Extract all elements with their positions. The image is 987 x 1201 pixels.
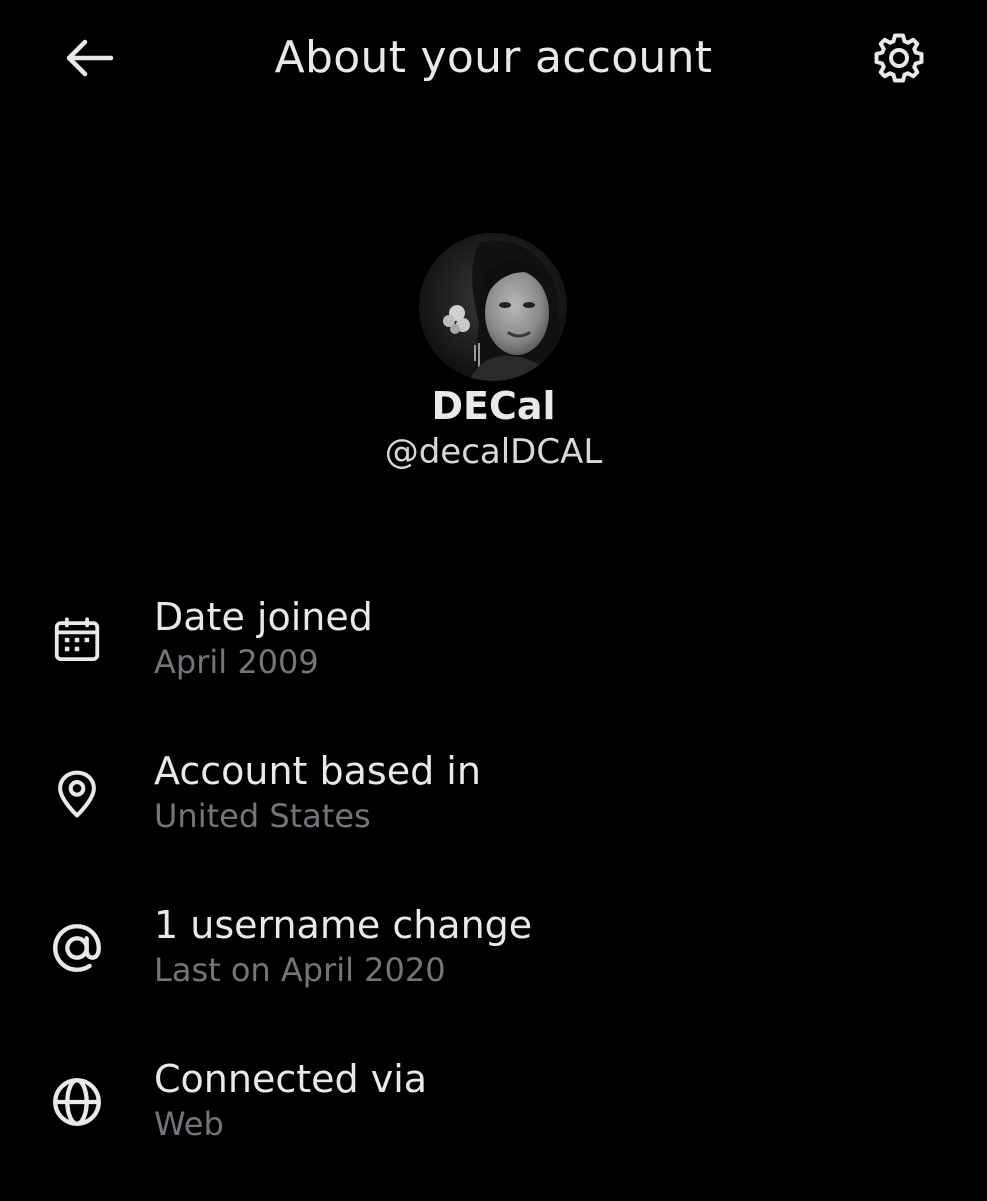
gear-icon [874,33,924,83]
info-value: Web [154,1105,224,1143]
info-row-date-joined: Date joined April 2009 [0,585,987,739]
info-label: Account based in [154,749,481,793]
settings-button[interactable] [864,24,934,92]
profile-photo [419,233,567,381]
avatar[interactable] [419,233,567,381]
display-name: DECal [431,384,556,428]
info-value: Last on April 2020 [154,951,446,989]
info-row-account-location: Account based in United States [0,739,987,893]
info-value: April 2009 [154,643,319,681]
at-sign-icon [44,915,110,981]
calendar-icon [44,607,110,673]
info-row-username-changes: 1 username change Last on April 2020 [0,893,987,1047]
info-label: Date joined [154,595,373,639]
account-info-list: Date joined April 2009 Account based in … [0,585,987,1201]
username-handle: @decalDCAL [384,432,603,472]
location-pin-icon [44,761,110,827]
info-label: 1 username change [154,903,533,947]
info-row-connected-via: Connected via Web [0,1047,987,1201]
page-title: About your account [274,32,713,83]
globe-icon [44,1069,110,1135]
info-value: United States [154,797,371,835]
info-label: Connected via [154,1057,428,1101]
top-bar: About your account [0,0,987,118]
